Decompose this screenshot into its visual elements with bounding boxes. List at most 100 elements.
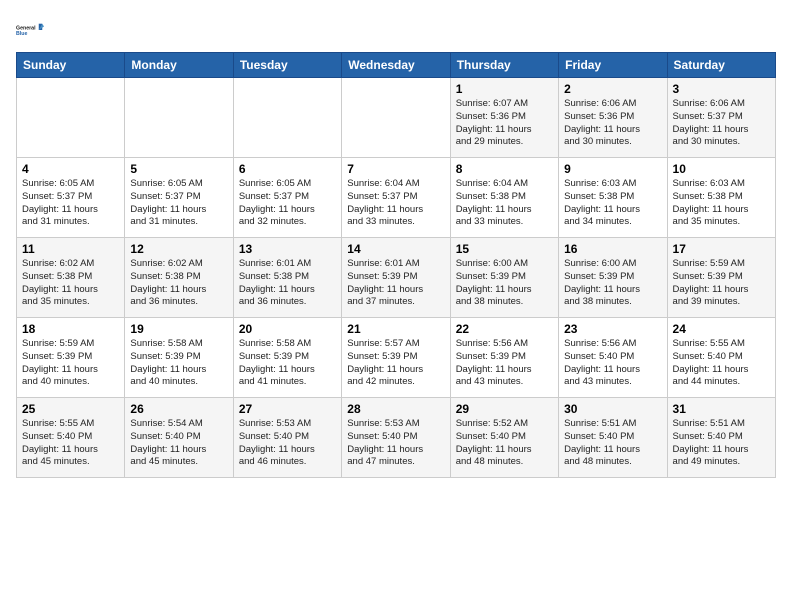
day-number: 31 — [673, 402, 770, 416]
calendar-day-cell: 8 Sunrise: 6:04 AMSunset: 5:38 PMDaylight… — [450, 158, 558, 238]
calendar-day-cell: 28 Sunrise: 5:53 AMSunset: 5:40 PMDayligh… — [342, 398, 450, 478]
calendar-day-cell: 26 Sunrise: 5:54 AMSunset: 5:40 PMDayligh… — [125, 398, 233, 478]
day-info: Sunrise: 5:56 AMSunset: 5:40 PMDaylight:… — [564, 338, 661, 389]
day-info: Sunrise: 5:55 AMSunset: 5:40 PMDaylight:… — [22, 418, 119, 469]
calendar-week-row: 1Sunrise: 6:07 AMSunset: 5:36 PMDaylight… — [17, 78, 776, 158]
calendar-day-cell: 16Sunrise: 6:00 AMSunset: 5:39 PMDayligh… — [559, 238, 667, 318]
svg-text:General: General — [16, 25, 36, 31]
calendar-day-cell: 10Sunrise: 6:03 AMSunset: 5:38 PMDayligh… — [667, 158, 775, 238]
day-info: Sunrise: 6:02 AMSunset: 5:38 PMDaylight:… — [22, 258, 119, 309]
calendar-day-cell: 14 Sunrise: 6:01 AMSunset: 5:39 PMDayligh… — [342, 238, 450, 318]
calendar-day-cell: 7 Sunrise: 6:04 AMSunset: 5:37 PMDaylight… — [342, 158, 450, 238]
calendar-day-cell: 18 Sunrise: 5:59 AMSunset: 5:39 PMDayligh… — [17, 318, 125, 398]
day-info: Sunrise: 5:53 AMSunset: 5:40 PMDaylight:… — [347, 418, 444, 469]
calendar-day-cell: 3 Sunrise: 6:06 AMSunset: 5:37 PMDaylight… — [667, 78, 775, 158]
day-number: 9 — [564, 162, 661, 176]
calendar-day-cell: 4 Sunrise: 6:05 AMSunset: 5:37 PMDaylight… — [17, 158, 125, 238]
day-number: 14 — [347, 242, 444, 256]
day-number: 10 — [673, 162, 770, 176]
day-info: Sunrise: 6:04 AMSunset: 5:37 PMDaylight:… — [347, 178, 444, 229]
day-info: Sunrise: 6:05 AMSunset: 5:37 PMDaylight:… — [22, 178, 119, 229]
day-number: 4 — [22, 162, 119, 176]
calendar-day-cell — [342, 78, 450, 158]
calendar-day-cell: 1Sunrise: 6:07 AMSunset: 5:36 PMDaylight… — [450, 78, 558, 158]
day-number: 15 — [456, 242, 553, 256]
day-number: 13 — [239, 242, 336, 256]
day-number: 1 — [456, 82, 553, 96]
day-info: Sunrise: 5:53 AMSunset: 5:40 PMDaylight:… — [239, 418, 336, 469]
day-number: 12 — [130, 242, 227, 256]
day-number: 17 — [673, 242, 770, 256]
day-info: Sunrise: 5:59 AMSunset: 5:39 PMDaylight:… — [22, 338, 119, 389]
calendar-day-cell: 5 Sunrise: 6:05 AMSunset: 5:37 PMDaylight… — [125, 158, 233, 238]
day-number: 24 — [673, 322, 770, 336]
day-info: Sunrise: 6:03 AMSunset: 5:38 PMDaylight:… — [564, 178, 661, 229]
weekday-header-cell: Sunday — [17, 53, 125, 78]
calendar-day-cell: 2Sunrise: 6:06 AMSunset: 5:36 PMDaylight… — [559, 78, 667, 158]
day-info: Sunrise: 6:06 AMSunset: 5:37 PMDaylight:… — [673, 98, 770, 149]
day-info: Sunrise: 5:54 AMSunset: 5:40 PMDaylight:… — [130, 418, 227, 469]
day-number: 25 — [22, 402, 119, 416]
day-number: 7 — [347, 162, 444, 176]
day-info: Sunrise: 6:05 AMSunset: 5:37 PMDaylight:… — [130, 178, 227, 229]
day-info: Sunrise: 5:51 AMSunset: 5:40 PMDaylight:… — [673, 418, 770, 469]
day-number: 26 — [130, 402, 227, 416]
day-info: Sunrise: 6:01 AMSunset: 5:39 PMDaylight:… — [347, 258, 444, 309]
page-header: GeneralBlue — [16, 16, 776, 44]
day-number: 19 — [130, 322, 227, 336]
day-number: 18 — [22, 322, 119, 336]
day-number: 3 — [673, 82, 770, 96]
day-info: Sunrise: 6:00 AMSunset: 5:39 PMDaylight:… — [456, 258, 553, 309]
calendar-day-cell: 13 Sunrise: 6:01 AMSunset: 5:38 PMDayligh… — [233, 238, 341, 318]
calendar-day-cell: 27 Sunrise: 5:53 AMSunset: 5:40 PMDayligh… — [233, 398, 341, 478]
calendar-day-cell: 20 Sunrise: 5:58 AMSunset: 5:39 PMDayligh… — [233, 318, 341, 398]
day-info: Sunrise: 5:51 AMSunset: 5:40 PMDaylight:… — [564, 418, 661, 469]
day-info: Sunrise: 5:57 AMSunset: 5:39 PMDaylight:… — [347, 338, 444, 389]
calendar-week-row: 11 Sunrise: 6:02 AMSunset: 5:38 PMDayligh… — [17, 238, 776, 318]
calendar-day-cell: 30 Sunrise: 5:51 AMSunset: 5:40 PMDayligh… — [559, 398, 667, 478]
day-number: 5 — [130, 162, 227, 176]
day-info: Sunrise: 5:52 AMSunset: 5:40 PMDaylight:… — [456, 418, 553, 469]
day-number: 30 — [564, 402, 661, 416]
logo-icon: GeneralBlue — [16, 16, 44, 44]
calendar-day-cell: 23 Sunrise: 5:56 AMSunset: 5:40 PMDayligh… — [559, 318, 667, 398]
day-info: Sunrise: 6:02 AMSunset: 5:38 PMDaylight:… — [130, 258, 227, 309]
calendar-day-cell: 24 Sunrise: 5:55 AMSunset: 5:40 PMDayligh… — [667, 318, 775, 398]
calendar-week-row: 18 Sunrise: 5:59 AMSunset: 5:39 PMDayligh… — [17, 318, 776, 398]
weekday-header-cell: Saturday — [667, 53, 775, 78]
calendar-day-cell — [233, 78, 341, 158]
calendar-day-cell: 19Sunrise: 5:58 AMSunset: 5:39 PMDayligh… — [125, 318, 233, 398]
day-number: 28 — [347, 402, 444, 416]
calendar-day-cell — [125, 78, 233, 158]
calendar-week-row: 4 Sunrise: 6:05 AMSunset: 5:37 PMDaylight… — [17, 158, 776, 238]
calendar-day-cell: 6Sunrise: 6:05 AMSunset: 5:37 PMDaylight… — [233, 158, 341, 238]
day-info: Sunrise: 6:04 AMSunset: 5:38 PMDaylight:… — [456, 178, 553, 229]
svg-text:Blue: Blue — [16, 31, 27, 37]
day-number: 27 — [239, 402, 336, 416]
weekday-header-cell: Thursday — [450, 53, 558, 78]
calendar-day-cell: 12 Sunrise: 6:02 AMSunset: 5:38 PMDayligh… — [125, 238, 233, 318]
calendar-day-cell: 9 Sunrise: 6:03 AMSunset: 5:38 PMDaylight… — [559, 158, 667, 238]
calendar-day-cell: 31 Sunrise: 5:51 AMSunset: 5:40 PMDayligh… — [667, 398, 775, 478]
day-number: 21 — [347, 322, 444, 336]
day-number: 11 — [22, 242, 119, 256]
day-info: Sunrise: 5:56 AMSunset: 5:39 PMDaylight:… — [456, 338, 553, 389]
day-number: 23 — [564, 322, 661, 336]
day-info: Sunrise: 6:01 AMSunset: 5:38 PMDaylight:… — [239, 258, 336, 309]
weekday-header-cell: Monday — [125, 53, 233, 78]
calendar-day-cell: 17Sunrise: 5:59 AMSunset: 5:39 PMDayligh… — [667, 238, 775, 318]
day-info: Sunrise: 6:06 AMSunset: 5:36 PMDaylight:… — [564, 98, 661, 149]
day-info: Sunrise: 5:55 AMSunset: 5:40 PMDaylight:… — [673, 338, 770, 389]
day-info: Sunrise: 6:05 AMSunset: 5:37 PMDaylight:… — [239, 178, 336, 229]
day-info: Sunrise: 6:00 AMSunset: 5:39 PMDaylight:… — [564, 258, 661, 309]
weekday-header-cell: Friday — [559, 53, 667, 78]
day-number: 20 — [239, 322, 336, 336]
calendar-day-cell: 21 Sunrise: 5:57 AMSunset: 5:39 PMDayligh… — [342, 318, 450, 398]
day-number: 8 — [456, 162, 553, 176]
calendar-day-cell: 25 Sunrise: 5:55 AMSunset: 5:40 PMDayligh… — [17, 398, 125, 478]
calendar-body: 1Sunrise: 6:07 AMSunset: 5:36 PMDaylight… — [17, 78, 776, 478]
day-info: Sunrise: 5:58 AMSunset: 5:39 PMDaylight:… — [239, 338, 336, 389]
calendar-day-cell: 22Sunrise: 5:56 AMSunset: 5:39 PMDayligh… — [450, 318, 558, 398]
calendar-day-cell: 29Sunrise: 5:52 AMSunset: 5:40 PMDayligh… — [450, 398, 558, 478]
calendar-week-row: 25 Sunrise: 5:55 AMSunset: 5:40 PMDayligh… — [17, 398, 776, 478]
